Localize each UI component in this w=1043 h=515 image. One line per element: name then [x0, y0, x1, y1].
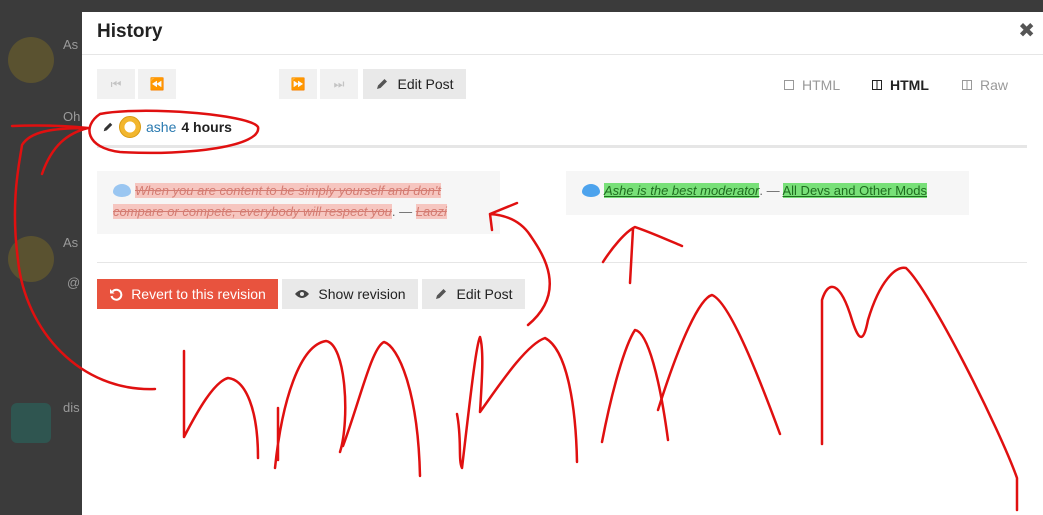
background-avatar [8, 236, 54, 282]
first-revision-button[interactable]: ⏮ [97, 69, 135, 99]
background-mention: @ [67, 275, 81, 290]
revert-label: Revert to this revision [131, 286, 266, 302]
view-mode-side-by-side-html[interactable]: HTML [872, 77, 929, 93]
toolbar-edit-post-label: Edit Post [397, 76, 454, 92]
edit-post-button[interactable]: Edit Post [422, 279, 525, 309]
avatar[interactable] [119, 116, 141, 138]
background-avatar [8, 37, 54, 83]
revision-age: 4 hours [181, 119, 232, 135]
eye-icon [295, 290, 310, 298]
previous-version-quote: When you are content to be simply yourse… [97, 171, 500, 234]
history-modal: History ✖ ⏮ ⏪ ⏩ ⏭ Edit Post HTML HTML Ra… [82, 12, 1043, 515]
modal-title: History [97, 21, 163, 42]
background-username: dis [63, 400, 80, 415]
last-revision-button[interactable]: ⏭ [320, 69, 358, 99]
undo-icon [110, 288, 123, 301]
view-mode-label: HTML [890, 77, 929, 93]
background-post-text: Oh [63, 109, 81, 124]
show-revision-button[interactable]: Show revision [282, 279, 418, 309]
toolbar-edit-post-button[interactable]: Edit Post [363, 69, 466, 99]
background-robot-avatar [11, 403, 51, 443]
next-revision-button[interactable]: ⏩ [279, 69, 317, 99]
quote-dash: . — [759, 183, 780, 198]
divider [97, 262, 1027, 263]
view-mode-raw[interactable]: Raw [962, 77, 1008, 93]
revision-username[interactable]: ashe [146, 119, 176, 135]
speech-bubble-icon [113, 184, 131, 197]
background-username: As [63, 235, 79, 250]
pencil-icon [377, 79, 388, 89]
close-icon[interactable]: ✖ [1018, 18, 1035, 43]
raw-icon [962, 80, 972, 90]
removed-quote-author: Laozi [415, 204, 447, 219]
pencil-icon [436, 289, 447, 299]
current-version-quote: Ashe is the best moderator. — All Devs a… [566, 171, 969, 215]
view-mode-label: HTML [802, 77, 841, 93]
view-mode-inline-html[interactable]: HTML [784, 77, 840, 93]
speech-bubble-icon [582, 184, 600, 197]
background-username: As [63, 37, 79, 52]
show-revision-label: Show revision [318, 286, 406, 302]
quote-dash: . — [391, 204, 413, 219]
divider [97, 145, 1027, 148]
view-mode-label: Raw [980, 77, 1009, 93]
added-quote-author: All Devs and Other Mods [782, 183, 928, 198]
edit-post-label: Edit Post [456, 286, 513, 302]
previous-revision-button[interactable]: ⏪ [138, 69, 176, 99]
added-quote-text: Ashe is the best moderator [604, 183, 760, 198]
revert-revision-button[interactable]: Revert to this revision [97, 279, 278, 309]
revision-meta: ashe 4 hours [102, 116, 232, 138]
inline-html-icon [784, 80, 794, 90]
pencil-icon [103, 122, 113, 132]
modal-header: History ✖ [82, 12, 1043, 55]
side-by-side-html-icon [872, 80, 882, 90]
